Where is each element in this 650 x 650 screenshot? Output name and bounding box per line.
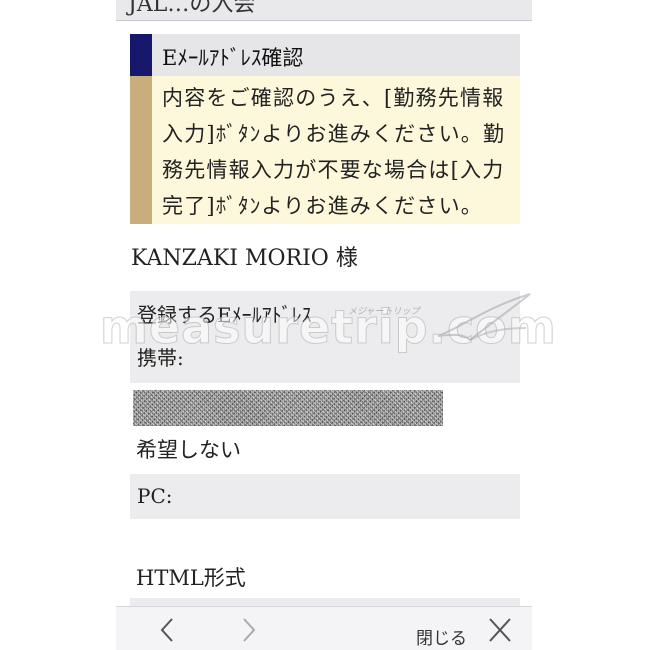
browser-toolbar: 閉じる — [116, 606, 532, 650]
chevron-right-icon — [243, 618, 256, 642]
section-heading: Eﾒｰﾙｱﾄﾞﾚｽ確認 — [130, 34, 520, 76]
mail-format: HTML形式 — [136, 566, 246, 590]
forward-button[interactable] — [234, 617, 262, 643]
pc-label: PC: — [137, 484, 173, 508]
mobile-email-masked — [133, 390, 443, 426]
mobile-preference: 希望しない — [136, 438, 241, 462]
notice-accent — [130, 76, 152, 224]
section-heading-accent — [130, 34, 152, 76]
close-button[interactable] — [486, 617, 514, 643]
mobile-label: 携帯: — [137, 346, 184, 370]
page-header: JAL…の入会 — [116, 0, 532, 21]
notice-text: 内容をご確認のうえ、[勤務先情報入力]ﾎﾞﾀﾝよりお進みください。勤務先情報入力… — [162, 86, 506, 218]
close-icon — [489, 618, 511, 642]
notice-box: 内容をご確認のうえ、[勤務先情報入力]ﾎﾞﾀﾝよりお進みください。勤務先情報入力… — [130, 76, 520, 224]
page-header-title: JAL…の入会 — [128, 0, 256, 17]
close-button-label[interactable]: 閉じる — [416, 624, 467, 649]
register-email-label: 登録するEﾒｰﾙｱﾄﾞﾚｽ — [137, 303, 312, 327]
user-name: KANZAKI MORIO 様 — [131, 246, 358, 271]
email-section: 登録するEﾒｰﾙｱﾄﾞﾚｽ 携帯: — [130, 291, 520, 383]
back-button[interactable] — [154, 617, 182, 643]
pc-section: PC: — [130, 474, 520, 519]
section-title: Eﾒｰﾙｱﾄﾞﾚｽ確認 — [162, 46, 304, 70]
chevron-left-icon — [160, 618, 173, 642]
page: JAL…の入会 Eﾒｰﾙｱﾄﾞﾚｽ確認 内容をご確認のうえ、[勤務先情報入力]ﾎ… — [0, 0, 650, 650]
